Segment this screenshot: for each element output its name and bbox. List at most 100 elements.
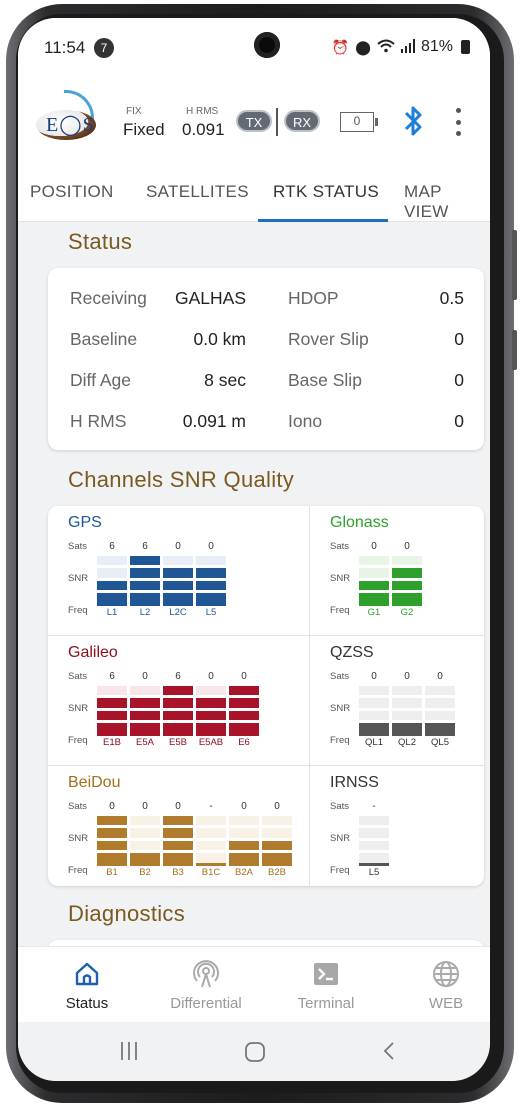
snr-bar xyxy=(359,555,389,603)
sats-count: 0 xyxy=(371,541,377,552)
sats-count: 0 xyxy=(371,671,377,682)
status-label: Receiving xyxy=(70,288,147,308)
snr-bar-base xyxy=(359,863,389,866)
freq-label: L5 xyxy=(368,867,380,878)
channels-section-title: Channels SNR Quality xyxy=(68,467,295,492)
freq-label: E5AB xyxy=(198,737,224,748)
sats-count: 0 xyxy=(142,671,148,682)
snr-bar-base xyxy=(163,733,193,736)
constellation-name: Glonass xyxy=(330,514,389,531)
constellation-name: GPS xyxy=(68,514,102,531)
sats-count: 0 xyxy=(208,541,214,552)
channels-card: GPS Sats SNR Freq 6 L1 6 L2 0 L2C 0 L5 Glonass Sats SN… xyxy=(48,506,484,886)
nav-web[interactable]: WEB xyxy=(396,959,490,1012)
snr-bar xyxy=(97,555,127,603)
constellation-cell-gps: GPS Sats SNR Freq 6 L1 6 L2 0 L2C 0 L5 xyxy=(48,506,310,636)
eos-logo: E◯S xyxy=(36,90,96,144)
sats-row-label: Sats xyxy=(68,541,88,552)
snr-bar xyxy=(163,555,193,603)
freq-row-label: Freq xyxy=(330,735,350,746)
app-header: E◯S FIX Fixed H RMS 0.091 TX RX 0 xyxy=(18,70,490,166)
freq-label: L1 xyxy=(106,607,118,618)
overflow-menu-icon[interactable] xyxy=(454,108,462,136)
nav-differential[interactable]: Differential xyxy=(156,959,256,1012)
status-label: Rover Slip xyxy=(288,329,369,349)
bluetooth-icon[interactable] xyxy=(401,104,425,138)
snr-bar xyxy=(97,685,127,733)
sats-row-label: Sats xyxy=(68,801,88,812)
hrms-label: H RMS xyxy=(186,106,219,117)
snr-row-label: SNR xyxy=(68,573,89,584)
receiver-battery-indicator: 0 xyxy=(340,112,378,132)
sats-row-label: Sats xyxy=(330,541,350,552)
snr-bar xyxy=(229,815,259,863)
sats-count: 0 xyxy=(404,671,410,682)
wifi-icon xyxy=(377,39,395,56)
sats-count: 6 xyxy=(175,671,181,682)
alarm-icon: ⏰ xyxy=(331,38,350,55)
location-icon: ⬤ xyxy=(355,38,371,55)
clock: 11:54 xyxy=(44,38,86,57)
snr-bar-base xyxy=(359,603,389,606)
freq-label: B2B xyxy=(268,867,286,878)
status-value: 0.091 m xyxy=(182,411,246,431)
battery-percent: 81% xyxy=(420,38,453,55)
constellation-cell-qzss: QZSS Sats SNR Freq 0 QL1 0 QL2 0 QL5 xyxy=(310,636,484,766)
snr-bar xyxy=(196,815,226,863)
sats-count: 0 xyxy=(241,671,247,682)
antenna-icon xyxy=(156,959,256,989)
snr-bar-base xyxy=(196,733,226,736)
constellation-cell-irnss: IRNSS Sats SNR Freq - L5 xyxy=(310,766,484,886)
recent-apps-icon[interactable] xyxy=(118,1040,140,1067)
freq-label: B1 xyxy=(106,867,118,878)
status-label: H RMS xyxy=(70,411,127,431)
freq-label: QL1 xyxy=(365,737,383,748)
snr-bar-base xyxy=(229,733,259,736)
status-value: GALHAS xyxy=(175,288,246,308)
status-value: 0 xyxy=(454,411,464,431)
diagnostics-section-title: Diagnostics xyxy=(68,901,186,926)
snr-bar-base xyxy=(425,733,455,736)
nav-web-label: WEB xyxy=(428,995,464,1012)
freq-label: B2A xyxy=(235,867,253,878)
snr-bar xyxy=(425,685,455,733)
nav-status[interactable]: Status xyxy=(37,959,137,1012)
active-tab-indicator xyxy=(258,219,388,222)
tab-map-view[interactable]: MAP VIEW xyxy=(404,182,490,222)
snr-bar-base xyxy=(392,603,422,606)
status-label: HDOP xyxy=(288,288,339,308)
freq-row-label: Freq xyxy=(330,605,350,616)
freq-label: B2 xyxy=(139,867,151,878)
home-button-icon[interactable] xyxy=(243,1040,267,1069)
freq-row-label: Freq xyxy=(68,735,88,746)
hrms-value: 0.091 xyxy=(182,120,225,139)
back-icon[interactable] xyxy=(378,1040,400,1067)
tab-satellites[interactable]: SATELLITES xyxy=(146,182,249,202)
constellation-name: QZSS xyxy=(330,644,374,661)
freq-label: E6 xyxy=(238,737,250,748)
status-value: 0 xyxy=(454,329,464,349)
snr-bar xyxy=(359,815,389,863)
globe-icon xyxy=(396,959,490,989)
sats-count: 0 xyxy=(241,801,247,812)
freq-label: E5B xyxy=(169,737,187,748)
snr-bar-base xyxy=(97,733,127,736)
freq-label: L2C xyxy=(169,607,187,618)
constellation-name: Galileo xyxy=(68,644,118,661)
status-value: 8 sec xyxy=(204,370,246,390)
sats-row-label: Sats xyxy=(330,671,350,682)
nav-terminal[interactable]: Terminal xyxy=(276,959,376,1012)
sats-count: 0 xyxy=(142,801,148,812)
freq-row-label: Freq xyxy=(68,865,88,876)
sats-count: 6 xyxy=(109,541,115,552)
status-section-title: Status xyxy=(68,229,133,254)
tab-position[interactable]: POSITION xyxy=(30,182,114,202)
tab-rtk-status[interactable]: RTK STATUS xyxy=(273,182,379,202)
snr-bar xyxy=(196,555,226,603)
status-value: 0.5 xyxy=(439,288,464,308)
freq-label: G2 xyxy=(400,607,414,618)
snr-bar-base xyxy=(196,603,226,606)
status-label: Baseline xyxy=(70,329,138,349)
snr-row-label: SNR xyxy=(68,703,89,714)
freq-label: B3 xyxy=(172,867,184,878)
